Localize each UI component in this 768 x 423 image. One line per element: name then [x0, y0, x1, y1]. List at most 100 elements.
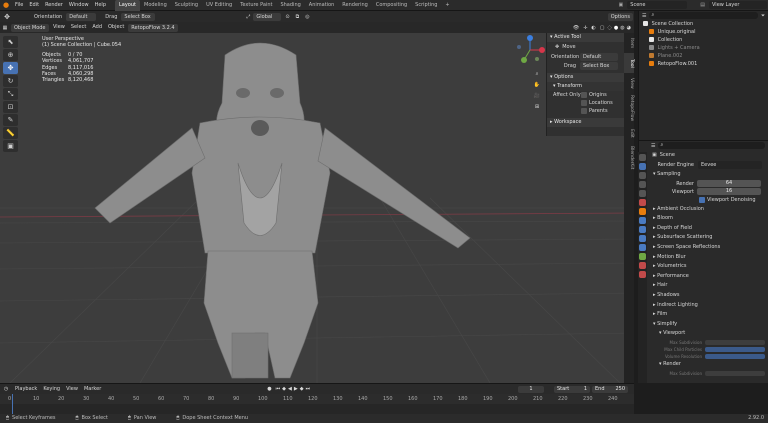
render-max-subdivision-field[interactable]: [705, 370, 765, 376]
timeline-ruler[interactable]: 0 10 20 30 40 50 60 70 80 90 100 110 120 130 140 150 160…: [0, 394, 634, 404]
menu-edit[interactable]: Edit: [26, 0, 42, 11]
overlay-toggle-icon[interactable]: ◐: [591, 25, 595, 31]
menu-keying[interactable]: Keying: [40, 384, 63, 395]
next-key-icon[interactable]: ◆: [300, 386, 304, 392]
outliner-search-icon[interactable]: ⌕: [649, 12, 758, 19]
section-ambient-occlusion[interactable]: ▸ Ambient Occlusion: [649, 205, 768, 215]
menu-marker[interactable]: Marker: [81, 384, 104, 395]
menu-playback[interactable]: Playback: [12, 384, 40, 395]
transform-space-select[interactable]: Global: [253, 12, 282, 21]
workspace-header[interactable]: ▸ Workspace: [547, 118, 624, 127]
tab-shading[interactable]: Shading: [276, 0, 304, 11]
navigation-gizmo[interactable]: [515, 35, 545, 65]
move-tool-icon[interactable]: ✥: [0, 13, 14, 21]
section-bloom[interactable]: ▸ Bloom: [649, 214, 768, 224]
simplify-render-header[interactable]: ▾ Render: [649, 360, 768, 370]
tab-view[interactable]: View: [624, 73, 634, 93]
prev-key-icon[interactable]: ◆: [282, 386, 286, 392]
section-depth-of-field[interactable]: ▸ Depth of Field: [649, 224, 768, 234]
outliner-editor-icon[interactable]: ☰: [642, 13, 646, 19]
tab-animation[interactable]: Animation: [305, 0, 339, 11]
tab-retopoflow[interactable]: RetopoFlow: [624, 93, 634, 123]
tab-scripting[interactable]: Scripting: [411, 0, 441, 11]
timeline-editor-icon[interactable]: ◷: [0, 386, 12, 392]
grid-view-icon[interactable]: ⊞: [532, 104, 542, 115]
filter-icon[interactable]: ⏷: [761, 13, 765, 19]
tab-item[interactable]: Item: [624, 33, 634, 53]
camera-icon[interactable]: 🎥: [532, 93, 542, 104]
scale-tool-icon[interactable]: ⤡: [3, 88, 18, 100]
menu-window[interactable]: Window: [66, 0, 92, 11]
shading-rendered-icon[interactable]: ◕: [627, 25, 631, 31]
props-search-icon[interactable]: ⌕: [658, 142, 765, 149]
tab-uv-editing[interactable]: UV Editing: [202, 0, 236, 11]
data-props-icon[interactable]: [639, 253, 646, 260]
end-frame-field[interactable]: End 250: [592, 385, 628, 393]
section-indirect-lighting[interactable]: ▸ Indirect Lighting: [649, 301, 768, 311]
add-cube-tool-icon[interactable]: ▣: [3, 140, 18, 152]
retopoflow-menu[interactable]: RetopoFlow 3.2.4: [128, 23, 178, 32]
menu-render[interactable]: Render: [42, 0, 66, 11]
outliner-item-retopoflow[interactable]: RetopoFlow.001: [639, 60, 768, 68]
render-engine-select[interactable]: Eevee: [698, 161, 762, 169]
volume-resolution-field[interactable]: [705, 353, 765, 359]
scene-selector[interactable]: Scene: [627, 1, 688, 9]
jump-end-icon[interactable]: ⏭: [306, 386, 311, 392]
section-shadows[interactable]: ▸ Shadows: [649, 291, 768, 301]
rotate-tool-icon[interactable]: ↻: [3, 75, 18, 87]
output-props-icon[interactable]: [639, 172, 646, 179]
section-film[interactable]: ▸ Film: [649, 310, 768, 320]
section-motion-blur[interactable]: ▸ Motion Blur: [649, 253, 768, 263]
orientation-select[interactable]: Default: [66, 12, 97, 21]
tab-compositing[interactable]: Compositing: [372, 0, 411, 11]
active-tool-move[interactable]: ✥ Move: [547, 42, 624, 52]
constraints-props-icon[interactable]: [639, 244, 646, 251]
denoising-checkbox[interactable]: [699, 197, 705, 204]
shading-material-icon[interactable]: ◍: [620, 25, 624, 31]
menu-add[interactable]: Add: [89, 22, 105, 33]
material-props-icon[interactable]: [639, 262, 646, 269]
pivot-icon[interactable]: ⊙: [285, 14, 289, 20]
outliner-item-collection[interactable]: Collection: [639, 36, 768, 44]
scene-icon[interactable]: ▣: [619, 2, 624, 8]
drag-select[interactable]: Select Box: [121, 12, 156, 21]
zoom-icon[interactable]: ⌕: [532, 71, 542, 82]
sidebar-orientation-select[interactable]: Default: [580, 52, 618, 61]
3d-viewport[interactable]: ⌕ ✋ 🎥 ⊞: [0, 33, 634, 383]
max-subdivision-field[interactable]: [705, 339, 765, 345]
outliner-item-plane-002[interactable]: Plane.002: [639, 52, 768, 60]
texture-props-icon[interactable]: [639, 271, 646, 278]
menu-help[interactable]: Help: [92, 0, 109, 11]
section-volumetrics[interactable]: ▸ Volumetrics: [649, 262, 768, 272]
transform-orientation-icon[interactable]: ⤢: [246, 14, 250, 20]
options-header[interactable]: ▾ Options: [547, 73, 624, 82]
view-layer-props-icon[interactable]: [639, 181, 646, 188]
tab-modeling[interactable]: Modeling: [140, 0, 171, 11]
transform-tool-icon[interactable]: ⊡: [3, 101, 18, 113]
scene-props-tab-icon[interactable]: [639, 190, 646, 197]
outliner-item-lights-camera[interactable]: Lights + Camera: [639, 44, 768, 52]
viewport-samples-field[interactable]: 16: [697, 188, 761, 196]
current-frame-field[interactable]: 1: [518, 385, 544, 393]
playhead[interactable]: [12, 394, 13, 414]
view-layer-icon[interactable]: ▤: [700, 2, 705, 8]
cursor-3d-icon[interactable]: ⊕: [3, 49, 18, 61]
parents-checkbox[interactable]: [581, 108, 587, 114]
particles-props-icon[interactable]: [639, 226, 646, 233]
menu-object[interactable]: Object: [105, 22, 127, 33]
timeline-track[interactable]: [0, 394, 634, 414]
play-icon[interactable]: ▶: [294, 386, 298, 392]
cursor-tool-icon[interactable]: ⬉: [3, 36, 18, 48]
jump-start-icon[interactable]: ⏮: [276, 386, 281, 392]
object-props-icon[interactable]: [639, 208, 646, 215]
transform-header[interactable]: ▾ Transform: [547, 82, 624, 91]
blender-logo-icon[interactable]: ●: [0, 1, 12, 9]
tab-sculpting[interactable]: Sculpting: [171, 0, 202, 11]
tab-blenderkit[interactable]: BlenderKit: [624, 143, 634, 173]
shading-wireframe-icon[interactable]: ◌: [608, 25, 612, 31]
tab-rendering[interactable]: Rendering: [338, 0, 372, 11]
section-subsurface[interactable]: ▸ Subsurface Scattering: [649, 233, 768, 243]
scene-collection-row[interactable]: Scene Collection: [639, 20, 768, 28]
outliner-item-unique-original[interactable]: Unique.original: [639, 28, 768, 36]
start-frame-field[interactable]: Start 1: [554, 385, 590, 393]
